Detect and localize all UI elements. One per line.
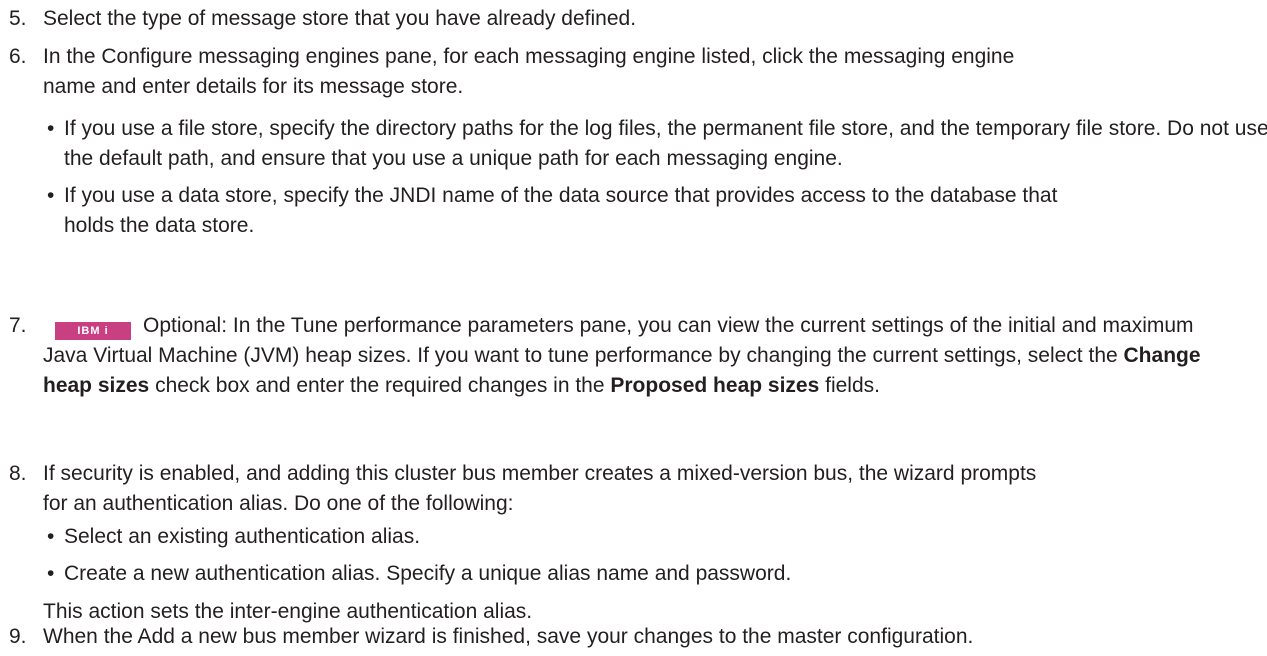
step-text: In the Configure messaging engines pane,… xyxy=(43,45,1015,98)
step-number: 9. xyxy=(9,625,27,648)
step-number: 7. xyxy=(9,314,27,337)
step-number: 5. xyxy=(9,7,27,30)
step-6: 6. In the Configure messaging engines pa… xyxy=(9,42,1267,241)
list-item-text: If you use a data store, specify the JND… xyxy=(64,184,1058,237)
step-9: 9. When the Add a new bus member wizard … xyxy=(9,622,1267,652)
step-text: Select the type of message store that yo… xyxy=(43,7,637,30)
list-item: • If you use a file store, specify the d… xyxy=(43,114,1267,174)
bullet-icon: • xyxy=(47,525,55,548)
list-item: • If you use a data store, specify the J… xyxy=(43,181,1064,241)
bullet-icon: • xyxy=(47,562,55,585)
list-item-text: Select an existing authentication alias. xyxy=(64,525,421,548)
step-text: When the Add a new bus member wizard is … xyxy=(43,625,974,648)
step-number: 8. xyxy=(9,462,27,485)
bold-term: Proposed heap sizes xyxy=(610,374,820,397)
ibm-i-badge: IBM i xyxy=(55,322,131,340)
step-number: 6. xyxy=(9,45,27,68)
step-text: IBM i Optional: In the Tune performance p… xyxy=(43,314,1201,397)
step-text: If security is enabled, and adding this … xyxy=(43,462,1037,515)
list-item: • Select an existing authentication alia… xyxy=(43,522,1267,552)
step-5: 5. Select the type of message store that… xyxy=(9,4,1267,34)
list-item-text: Create a new authentication alias. Speci… xyxy=(64,562,792,585)
bullet-icon: • xyxy=(47,117,55,140)
step-7: 7. IBM i Optional: In the Tune performanc… xyxy=(9,311,1267,401)
step-8: 8. If security is enabled, and adding th… xyxy=(9,459,1267,627)
list-item-text: If you use a file store, specify the dir… xyxy=(64,117,1267,170)
list-item: • Create a new authentication alias. Spe… xyxy=(43,559,1267,589)
bullet-icon: • xyxy=(47,184,55,207)
